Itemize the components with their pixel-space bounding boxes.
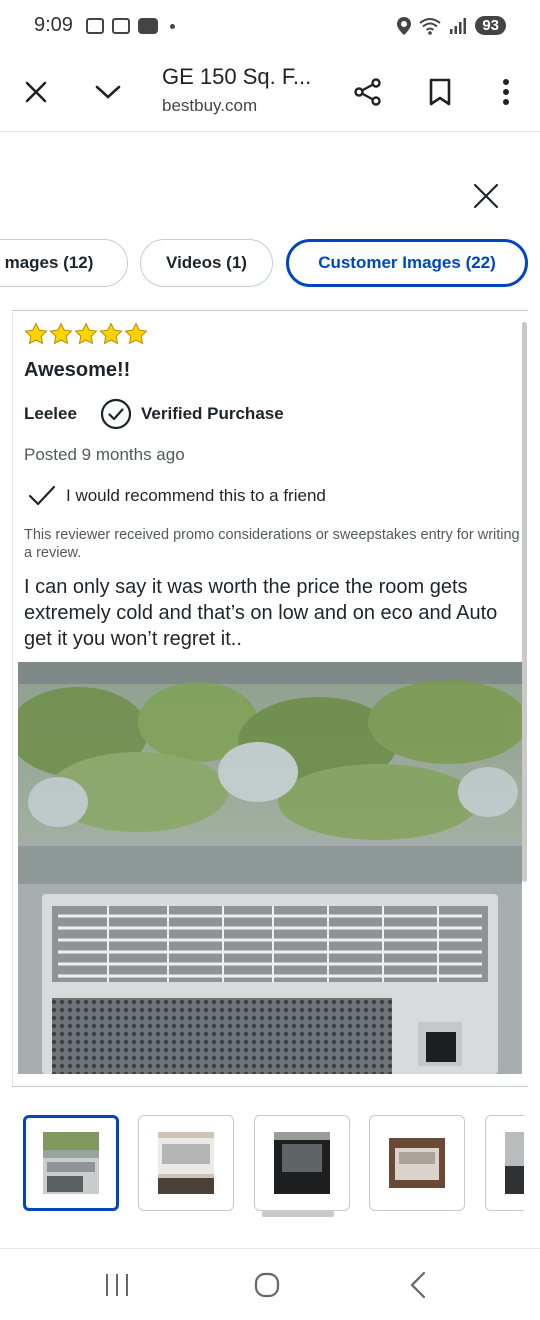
status-bar: 9:09 93 — [0, 0, 540, 56]
back-icon — [410, 1271, 426, 1299]
thumbnail-3[interactable] — [254, 1115, 350, 1211]
minimize-button[interactable] — [88, 72, 128, 112]
close-icon — [473, 183, 499, 209]
thumbnail-2[interactable] — [138, 1115, 234, 1211]
thumbnail-4[interactable] — [369, 1115, 465, 1211]
youtube-icon — [138, 18, 158, 34]
recent-apps-button[interactable] — [97, 1267, 137, 1303]
browser-toolbar: GE 150 Sq. F... bestbuy.com — [0, 56, 540, 132]
close-gallery-button[interactable] — [466, 176, 506, 216]
posted-date: Posted 9 months ago — [24, 445, 185, 464]
customer-photo[interactable] — [18, 662, 522, 1074]
tab-videos[interactable]: Videos (1) — [140, 239, 273, 287]
thumbnail-scrollbar[interactable] — [262, 1211, 334, 1217]
thumbnail-strip — [0, 1114, 524, 1212]
back-button[interactable] — [398, 1267, 438, 1303]
star-icon — [49, 322, 73, 345]
star-icon — [74, 322, 98, 345]
promo-disclaimer: This reviewer received promo considerati… — [24, 527, 520, 561]
page-title[interactable]: GE 150 Sq. F... — [162, 64, 311, 90]
system-navigation-bar — [0, 1248, 540, 1320]
star-rating — [24, 322, 148, 346]
more-vert-icon — [503, 79, 509, 105]
star-icon — [99, 322, 123, 345]
close-icon — [25, 81, 47, 103]
thumbnail-image — [389, 1138, 445, 1188]
system-icons: 93 — [397, 16, 506, 35]
recommend-text: I would recommend this to a friend — [66, 486, 326, 505]
checkmark-icon — [28, 485, 56, 506]
close-tab-button[interactable] — [16, 72, 56, 112]
home-button[interactable] — [247, 1267, 287, 1303]
star-icon — [124, 322, 148, 345]
share-button[interactable] — [348, 72, 388, 112]
tab-customer-images[interactable]: Customer Images (22) — [286, 239, 528, 287]
thumbnail-5[interactable] — [485, 1115, 524, 1211]
battery-indicator: 93 — [475, 16, 506, 35]
reviewer-name: Leelee — [24, 404, 77, 423]
share-icon — [354, 78, 381, 106]
location-icon — [397, 16, 412, 35]
home-icon — [254, 1272, 280, 1298]
page-url[interactable]: bestbuy.com — [162, 96, 257, 116]
more-options-button[interactable] — [486, 72, 526, 112]
media-tabs: mages (12) Videos (1) Customer Images (2… — [0, 238, 540, 288]
thumbnail-image — [505, 1132, 524, 1194]
bookmark-icon — [429, 78, 451, 106]
calendar-icon — [112, 18, 130, 34]
review-scrollbar[interactable] — [522, 322, 527, 882]
more-notifications-icon — [170, 23, 175, 29]
verified-check-icon — [100, 398, 132, 430]
verified-purchase-label: Verified Purchase — [141, 404, 284, 423]
thumbnail-1[interactable] — [23, 1115, 119, 1211]
review-body: I can only say it was worth the price th… — [24, 576, 498, 650]
bookmark-button[interactable] — [420, 72, 460, 112]
review-title: Awesome!! — [24, 359, 131, 381]
air-conditioner-image — [18, 662, 522, 1074]
thumbnail-image — [43, 1132, 99, 1194]
status-time: 9:09 — [34, 14, 73, 36]
screenshot-icon — [86, 18, 104, 34]
wifi-icon — [419, 17, 441, 35]
signal-icon — [450, 17, 467, 34]
divider — [12, 1086, 528, 1087]
recent-apps-icon — [106, 1274, 128, 1296]
thumbnail-image — [274, 1132, 330, 1194]
chevron-down-icon — [95, 85, 121, 99]
tab-images[interactable]: mages (12) — [0, 239, 128, 287]
divider — [12, 310, 528, 311]
notification-icons — [86, 18, 175, 34]
thumbnail-image — [158, 1132, 214, 1194]
star-icon — [24, 322, 48, 345]
